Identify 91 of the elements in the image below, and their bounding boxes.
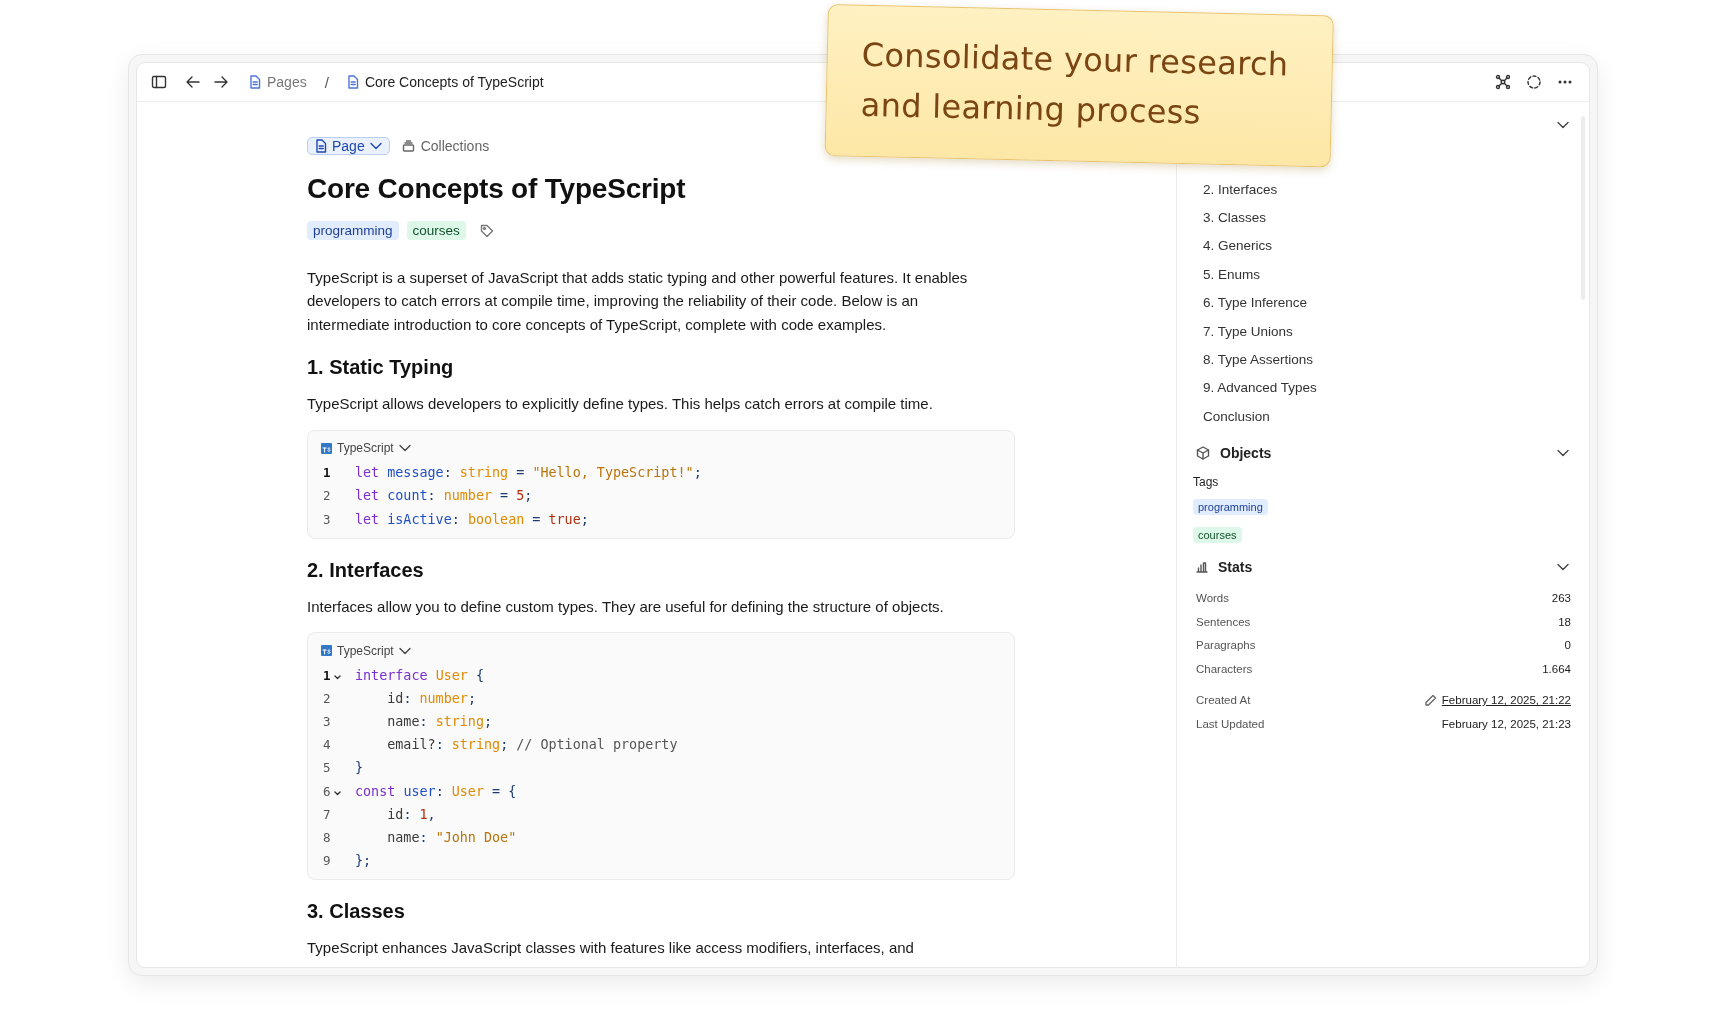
code-line: let message: string = "Hello, TypeScript!"; (355, 465, 702, 481)
code-line: } (355, 760, 364, 776)
outline-item[interactable]: 7. Type Unions (1193, 316, 1571, 346)
stat-value: 1.664 (1542, 662, 1571, 675)
line-number: 2 (323, 690, 332, 706)
language-selector[interactable]: TypeScript (321, 441, 411, 456)
code-line: name: string; (386, 714, 493, 730)
line-number: 9 (323, 853, 332, 869)
collections-button[interactable]: Collections (401, 138, 490, 154)
outline-item[interactable]: 8. Type Assertions (1193, 345, 1571, 374)
code-line: }; (355, 853, 372, 869)
stat-value: 0 (1564, 639, 1571, 652)
sticky-note: Consolidate your research and learning process (824, 4, 1334, 168)
graph-icon[interactable] (1495, 74, 1511, 90)
line-number: 1 (323, 465, 332, 481)
date-label: Last Updated (1196, 717, 1265, 730)
line-number: 4 (323, 737, 332, 753)
code-line: id: 1, (386, 806, 436, 822)
line-number: 8 (323, 830, 332, 845)
chevron-down-icon (369, 142, 382, 150)
stat-label: Characters (1196, 662, 1253, 675)
outline-item[interactable]: 9. Advanced Types (1193, 373, 1571, 403)
forward-arrow-icon[interactable] (213, 74, 229, 90)
chevron-down-icon (398, 646, 411, 655)
outline-item[interactable]: 6. Type Inference (1193, 288, 1571, 317)
chevron-down-icon (398, 444, 411, 453)
chevron-down-icon[interactable] (1557, 448, 1569, 457)
cube-icon (1196, 445, 1210, 460)
document-icon (346, 75, 359, 89)
tag-chip[interactable]: programming (1193, 498, 1268, 515)
paragraph: TypeScript is a superset of JavaScript that adds static typing and other powerful features. It enables developers to catch errors at compile time, improving the reliability of their code. Below is an intermediate introduction to core concepts of TypeScript, complete with code examples. (307, 268, 969, 335)
paragraph: Interfaces allow you to define custom types. They are useful for defining the structure of objects. (307, 596, 945, 617)
code-line: const user: User = { (355, 783, 517, 799)
code-line: let count: number = 5; (355, 488, 533, 504)
breadcrumb-link[interactable]: Core Concepts of TypeScript (346, 74, 544, 90)
chevron-down-icon[interactable] (1557, 562, 1569, 571)
breadcrumb-link[interactable]: Pages (249, 74, 307, 90)
sidebar-toggle-icon[interactable] (151, 74, 167, 90)
section-heading: 3. Classes (307, 900, 406, 924)
section-title: Stats (1218, 558, 1253, 575)
line-number: 3 (323, 714, 332, 730)
section-heading: 2. Interfaces (307, 558, 425, 582)
fold-chevron-icon[interactable] (334, 674, 341, 680)
fold-chevron-icon[interactable] (334, 790, 341, 796)
paragraph: TypeScript allows developers to explicitly define types. This helps catch errors at compile time. (307, 394, 934, 415)
code-line: interface User { (355, 667, 484, 683)
line-number: 1 (323, 667, 332, 683)
stack-icon (401, 140, 415, 152)
section-title: Objects (1220, 444, 1272, 461)
line-number: 5 (323, 760, 332, 776)
bar-chart-icon (1196, 560, 1208, 573)
stat-value: 263 (1551, 592, 1571, 605)
tag-chip[interactable]: courses (406, 221, 466, 240)
stat-value: 18 (1558, 615, 1571, 628)
line-number: 6 (323, 783, 332, 799)
line-number: 2 (323, 488, 332, 504)
line-number: 3 (323, 511, 332, 527)
dashed-circle-icon[interactable] (1526, 74, 1542, 90)
tag-chip[interactable]: courses (1193, 526, 1242, 543)
code-line: name: "John Doe" (386, 830, 517, 845)
date-label: Created At (1196, 694, 1251, 707)
stat-label: Words (1196, 592, 1230, 605)
date-link[interactable]: February 12, 2025, 21:22 (1441, 694, 1571, 707)
language-icon (321, 442, 332, 454)
code-line: email?: string; // Optional property (386, 737, 678, 753)
outline-item[interactable]: 5. Enums (1193, 260, 1571, 289)
date-value: February 12, 2025, 21:23 (1441, 717, 1571, 730)
paragraph: TypeScript enhances JavaScript classes with features like access modifiers, interfaces, and (307, 938, 915, 959)
page-type-button[interactable]: Page (307, 137, 390, 155)
language-icon (321, 645, 332, 657)
outline-item[interactable]: 2. Interfaces (1193, 175, 1571, 204)
breadcrumb-separator: / (324, 73, 329, 91)
code-line: let isActive: boolean = true; (355, 511, 589, 527)
tag-chip[interactable]: programming (307, 221, 399, 240)
line-number: 7 (323, 806, 332, 822)
document-icon (315, 139, 327, 153)
pencil-icon[interactable] (1423, 693, 1437, 707)
document-icon (249, 75, 261, 89)
outline-item[interactable]: 4. Generics (1193, 231, 1571, 261)
back-arrow-icon[interactable] (185, 74, 201, 90)
outline-item[interactable]: 3. Classes (1193, 203, 1571, 232)
chevron-down-icon[interactable] (1557, 121, 1569, 129)
page-title: Core Concepts of TypeScript (307, 173, 687, 205)
stat-label: Sentences (1196, 615, 1251, 628)
outline-item[interactable]: Conclusion (1193, 402, 1571, 431)
stat-label: Paragraphs (1196, 639, 1256, 652)
code-line: id: number; (386, 690, 476, 706)
language-selector[interactable]: TypeScript (321, 643, 411, 658)
section-heading: 1. Static Typing (307, 356, 455, 380)
tags-label: Tags (1193, 474, 1220, 489)
tag-icon[interactable] (479, 223, 494, 238)
